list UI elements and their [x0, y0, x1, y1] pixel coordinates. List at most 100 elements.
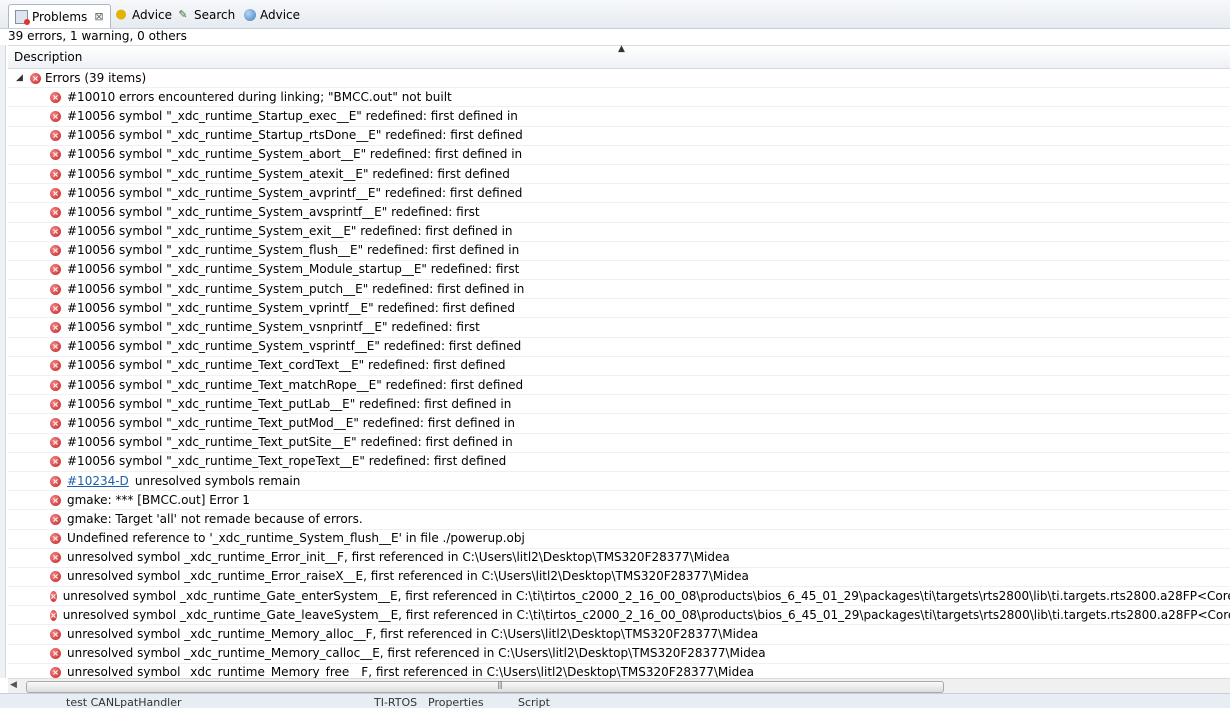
problem-description: #10056 symbol "_xdc_runtime_Text_cordTex…: [67, 358, 506, 373]
problem-description: #10056 symbol "_xdc_runtime_System_vsnpr…: [67, 320, 480, 335]
column-header-description[interactable]: Description ▲: [8, 44, 1230, 69]
problem-description: gmake: *** [BMCC.out] Error 1: [67, 492, 250, 507]
problem-description: #10056 symbol "_xdc_runtime_Text_putLab_…: [67, 396, 512, 411]
error-icon: ×: [50, 283, 61, 295]
problem-row[interactable]: × #10056 symbol "_xdc_runtime_Text_cordTe…: [8, 357, 1230, 376]
problem-description: unresolved symbol _xdc_runtime_Gate_ente…: [62, 588, 1230, 603]
horizontal-scrollbar[interactable]: ◀ |||: [8, 678, 1230, 693]
problem-row[interactable]: × unresolved symbol _xdc_runtime_Memory_a…: [8, 625, 1230, 645]
bottom-tab-3[interactable]: Script: [518, 696, 550, 708]
problem-row[interactable]: × #10056 symbol "_xdc_runtime_System_vsnp…: [8, 318, 1230, 338]
error-code-link[interactable]: #10234-D: [67, 472, 129, 490]
error-icon: ×: [50, 437, 61, 449]
close-icon[interactable]: ⊠: [94, 10, 103, 23]
globe-icon: [244, 9, 256, 21]
tab-label: Advice: [132, 8, 173, 22]
problem-row[interactable]: × #10056 symbol "_xdc_runtime_Text_putMod…: [8, 414, 1230, 434]
problem-row[interactable]: × #10056 symbol "_xdc_runtime_System_vpri…: [8, 299, 1230, 319]
tab-problems[interactable]: Problems ⊠: [8, 4, 111, 28]
problem-row[interactable]: × #10056 symbol "_xdc_runtime_Text_matchR…: [8, 376, 1230, 396]
problem-row[interactable]: × #10056 symbol "_xdc_runtime_System_vspr…: [8, 338, 1230, 357]
left-margin-strip: [0, 45, 6, 678]
problem-description: #10056 symbol "_xdc_runtime_System_abort…: [67, 147, 523, 162]
problem-description: unresolved symbol _xdc_runtime_Gate_leav…: [62, 607, 1230, 622]
error-icon: ×: [50, 130, 61, 142]
expand-toggle-icon[interactable]: ◢: [16, 69, 26, 87]
grip-icon: |||: [497, 680, 503, 689]
problem-row[interactable]: × #10056 symbol "_xdc_runtime_System_Modu…: [8, 261, 1230, 281]
problem-row[interactable]: × unresolved symbol _xdc_runtime_Gate_lea…: [8, 606, 1230, 626]
error-icon: ×: [50, 494, 61, 506]
scroll-left-arrow-icon[interactable]: ◀: [10, 680, 17, 690]
problem-description: #10056 symbol "_xdc_runtime_Text_ropeTex…: [67, 454, 507, 469]
problem-row[interactable]: × unresolved symbol _xdc_runtime_Memory_c…: [8, 645, 1230, 664]
problem-description: #10056 symbol "_xdc_runtime_Text_putSite…: [67, 435, 513, 450]
scrollbar-thumb[interactable]: |||: [26, 680, 944, 693]
error-icon: ×: [50, 226, 61, 238]
problem-row[interactable]: × #10056 symbol "_xdc_runtime_System_avsp…: [8, 203, 1230, 223]
problem-row[interactable]: × gmake: *** [BMCC.out] Error 1: [8, 491, 1230, 511]
problem-row[interactable]: × gmake: Target 'all' not remade because …: [8, 510, 1230, 530]
view-tab-bar: Problems ⊠ ● Advice ✎ Search Advice: [0, 0, 1230, 29]
problem-row[interactable]: × #10056 symbol "_xdc_runtime_System_putc…: [8, 280, 1230, 300]
problem-row[interactable]: × #10056 symbol "_xdc_runtime_Text_putSit…: [8, 434, 1230, 453]
bottom-tab-2[interactable]: Properties: [428, 696, 484, 708]
problem-description: #10056 symbol "_xdc_runtime_Startup_exec…: [67, 108, 518, 123]
problem-row[interactable]: × unresolved symbol _xdc_runtime_Error_ra…: [8, 568, 1230, 588]
bottom-panel-peek: test CANLpatHandler TI-RTOS Properties S…: [0, 693, 1230, 708]
problem-row[interactable]: × #10234-D unresolved symbols remain: [8, 472, 1230, 492]
problem-description: #10056 symbol "_xdc_runtime_Text_matchRo…: [67, 377, 524, 392]
error-icon: ×: [50, 360, 61, 372]
problem-row[interactable]: × #10010 errors encountered during linkin…: [8, 88, 1230, 108]
error-icon: ×: [50, 513, 61, 525]
problem-description: #10056 symbol "_xdc_runtime_Startup_rtsD…: [67, 128, 523, 143]
problem-description: Undefined reference to '_xdc_runtime_Sys…: [67, 531, 525, 546]
error-icon: ×: [50, 571, 61, 583]
problem-row[interactable]: × #10056 symbol "_xdc_runtime_System_abor…: [8, 146, 1230, 165]
group-row-errors[interactable]: ◢ × Errors (39 items): [8, 69, 1230, 89]
error-icon: ×: [30, 72, 41, 84]
error-icon: ×: [50, 590, 57, 602]
error-icon: ×: [50, 475, 61, 487]
problem-row[interactable]: × unresolved symbol _xdc_runtime_Gate_ent…: [8, 587, 1230, 607]
error-icon: ×: [50, 398, 61, 410]
problem-row[interactable]: × #10056 symbol "_xdc_runtime_System_flus…: [8, 242, 1230, 261]
tab-advice[interactable]: ● Advice: [108, 4, 178, 26]
tab-label: Problems: [32, 9, 88, 24]
search-flashlight-icon: ✎: [178, 8, 188, 21]
problem-description: gmake: Target 'all' not remade because o…: [67, 511, 363, 526]
problems-rows: ◢ × Errors (39 items) × #10010 errors enc…: [8, 69, 1230, 683]
problems-summary: 39 errors, 1 warning, 0 others: [8, 29, 187, 43]
tab-advice-web[interactable]: Advice: [238, 4, 306, 26]
problem-row[interactable]: × #10056 symbol "_xdc_runtime_Text_putLab…: [8, 395, 1230, 415]
error-icon: ×: [50, 379, 61, 391]
problem-row[interactable]: × unresolved symbol _xdc_runtime_Error_in…: [8, 549, 1230, 568]
bottom-tab-1[interactable]: TI-RTOS: [374, 696, 417, 708]
problem-description: #10056 symbol "_xdc_runtime_System_exit_…: [67, 224, 513, 239]
problem-description: #10056 symbol "_xdc_runtime_System_flush…: [67, 243, 520, 258]
problem-row[interactable]: × Undefined reference to '_xdc_runtime_Sy…: [8, 530, 1230, 549]
problem-row[interactable]: × #10056 symbol "_xdc_runtime_Startup_exe…: [8, 107, 1230, 127]
problem-description: #10056 symbol "_xdc_runtime_Text_putMod_…: [67, 415, 515, 430]
problem-row[interactable]: × #10056 symbol "_xdc_runtime_Startup_rts…: [8, 127, 1230, 146]
problem-row[interactable]: × #10056 symbol "_xdc_runtime_System_exit…: [8, 223, 1230, 242]
problem-description: unresolved symbols remain: [134, 473, 301, 488]
problem-row[interactable]: × #10056 symbol "_xdc_runtime_System_avpr…: [8, 184, 1230, 204]
problem-description: unresolved symbol _xdc_runtime_Error_ini…: [67, 550, 730, 565]
error-icon: ×: [50, 533, 61, 545]
problem-description: #10010 errors encountered during linking…: [67, 89, 452, 104]
error-icon: ×: [50, 417, 61, 429]
error-icon: ×: [50, 456, 61, 468]
error-icon: ×: [50, 110, 61, 122]
group-label: Errors (39 items): [45, 70, 147, 85]
error-icon: ×: [50, 609, 57, 621]
error-icon: ×: [50, 264, 61, 276]
error-icon: ×: [50, 667, 61, 679]
sort-ascending-icon: ▲: [618, 44, 625, 54]
problem-row[interactable]: × #10056 symbol "_xdc_runtime_System_atex…: [8, 165, 1230, 185]
problem-row[interactable]: × #10056 symbol "_xdc_runtime_Text_ropeTe…: [8, 453, 1230, 472]
bottom-tab-0[interactable]: test CANLpatHandler: [66, 696, 182, 708]
problem-description: unresolved symbol _xdc_runtime_Memory_ca…: [67, 646, 766, 661]
tab-search[interactable]: ✎ Search: [170, 4, 241, 26]
problem-description: #10056 symbol "_xdc_runtime_System_vprin…: [67, 300, 515, 315]
